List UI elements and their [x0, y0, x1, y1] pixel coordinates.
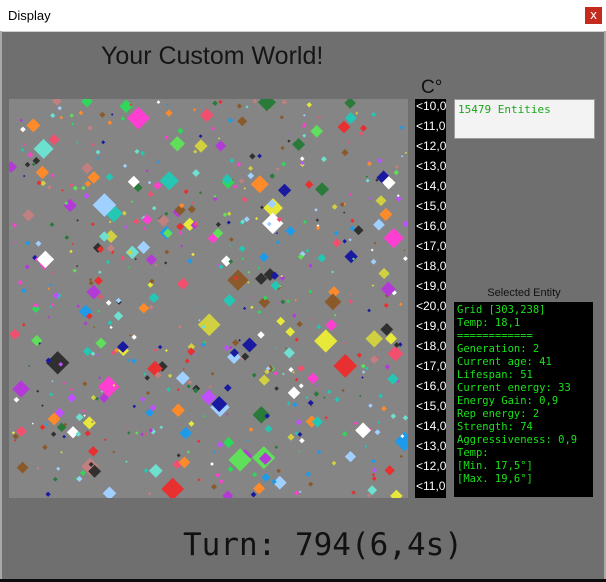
temperature-tick: <13,0 — [416, 159, 447, 173]
temperature-tick: <10,0 — [416, 99, 447, 113]
world-background — [9, 99, 408, 498]
entity-info-line: Aggressiveness: 0,9 — [457, 434, 578, 446]
window-frame-left — [0, 31, 2, 579]
entity-info-line: Current energy: 33 — [457, 382, 571, 394]
window-title: Display — [8, 8, 51, 23]
entity-info-line: [Min. 17,5°] — [457, 460, 533, 472]
temperature-tick: <11,0 — [416, 119, 446, 133]
temperature-tick: <13,0 — [416, 439, 447, 453]
temperature-tick: <14,0 — [416, 419, 447, 433]
temperature-tick: <12,0 — [416, 139, 447, 153]
temperature-tick: <12,0 — [416, 459, 447, 473]
selected-entity-label: Selected Entity — [487, 287, 561, 299]
temperature-tick: <15,0 — [416, 199, 447, 213]
entity-info-line: ============ — [457, 330, 533, 342]
entity-info-line: Strength: 74 — [457, 421, 533, 433]
world-canvas[interactable] — [9, 99, 408, 498]
temperature-tick: <16,0 — [416, 379, 447, 393]
window-titlebar: Display x — [0, 0, 606, 32]
entity-info-line: Lifespan: 51 — [457, 369, 533, 381]
entity-info-line: Generation: 2 — [457, 343, 540, 355]
world-map[interactable] — [9, 99, 408, 498]
entity-count: 15479 Entities — [458, 103, 551, 116]
close-button[interactable]: x — [585, 7, 602, 24]
entity-info-line: Rep energy: 2 — [457, 408, 540, 420]
entity-info-line: Current age: 41 — [457, 356, 552, 368]
temperature-tick: <11,0 — [416, 479, 446, 493]
entity-info-line: Energy Gain: 0,9 — [457, 395, 559, 407]
entity-info-line: Grid [303,238] — [457, 304, 546, 316]
temperature-tick: <19,0 — [416, 279, 447, 293]
temperature-scale: <10,0 <11,0 <12,0 <13,0 <14,0 <15,0 <16,0 <17,0… — [415, 99, 446, 498]
entity-info-line: [Max. 19,6°] — [457, 473, 533, 485]
temperature-tick: <15,0 — [416, 399, 447, 413]
temperature-tick: <18,0 — [416, 259, 447, 273]
temperature-tick: <17,0 — [416, 239, 447, 253]
temperature-tick: <18,0 — [416, 339, 447, 353]
entity-count-box: 15479 Entities — [454, 99, 595, 139]
temperature-tick: <14,0 — [416, 179, 447, 193]
temperature-tick: <17,0 — [416, 359, 447, 373]
temperature-tick: <19,0 — [416, 319, 447, 333]
turn-counter: Turn: 794(6,4s) — [183, 527, 463, 563]
temperature-tick: <20,0 — [416, 299, 447, 313]
world-title: Your Custom World! — [101, 42, 324, 70]
selected-entity-panel: Grid [303,238] Temp: 18,1 ============ Gene… — [454, 302, 593, 497]
temperature-tick: <16,0 — [416, 219, 447, 233]
entity-info-line: Temp: 18,1 — [457, 317, 521, 329]
entity-info-line: Temp: — [457, 447, 489, 459]
